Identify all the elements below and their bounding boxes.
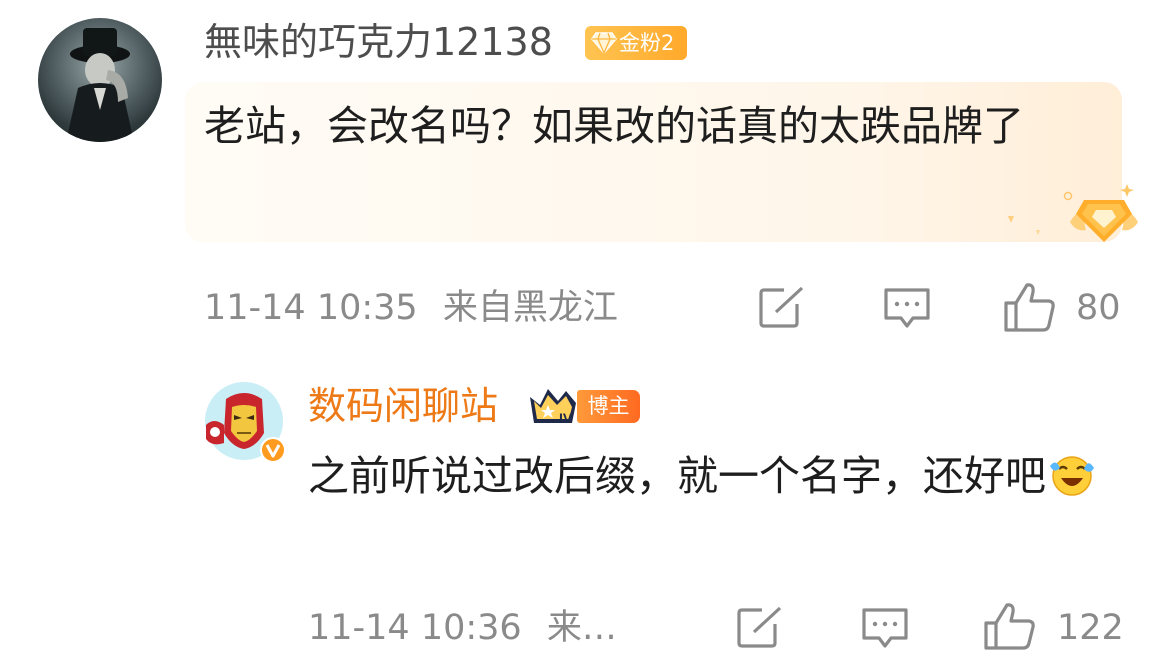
gold-fan-decoration-icon [1000, 178, 1142, 252]
comment-meta: 11-14 10:35 来自黑龙江 [204, 283, 618, 333]
reply-meta: 11-14 10:36 来… [308, 603, 617, 653]
comment-icon[interactable] [861, 606, 909, 654]
blogger-username[interactable]: 数码闲聊站 [308, 380, 498, 432]
verified-v-badge [260, 437, 286, 467]
blogger-avatar[interactable] [204, 381, 286, 463]
blogger-badge[interactable]: 博主 [577, 390, 640, 423]
share-icon[interactable] [736, 606, 784, 654]
comment-like-count: 80 [1076, 288, 1121, 328]
commenter-avatar[interactable] [38, 18, 162, 142]
reply-timestamp: 11-14 10:36 [308, 608, 522, 648]
thumbs-up-icon[interactable] [983, 601, 1037, 654]
comment-icon[interactable] [883, 286, 931, 334]
crown-level-text: IV [559, 410, 573, 426]
commenter-username[interactable]: 無味的巧克力12138 [204, 18, 553, 66]
reply-text[interactable]: 之前听说过改后缀，就一个名字，还好吧 [308, 446, 1128, 515]
reply-text-content: 之前听说过改后缀，就一个名字，还好吧 [308, 452, 1046, 500]
comment-timestamp: 11-14 10:35 [204, 288, 418, 328]
gold-fan-badge[interactable]: 金粉2 [585, 26, 687, 60]
thumbs-up-icon[interactable] [1003, 281, 1057, 337]
reply-location: 来… [546, 608, 617, 648]
comment-location: 来自黑龙江 [442, 288, 618, 328]
comment-text[interactable]: 老站，会改名吗？如果改的话真的太跌品牌了 [204, 96, 1109, 156]
crown-level-icon: IV [526, 383, 582, 431]
reply-like-count: 122 [1057, 608, 1124, 648]
laugh-cry-emoji [1048, 454, 1096, 515]
share-icon[interactable] [758, 286, 806, 334]
gold-fan-badge-label: 金粉2 [619, 31, 675, 55]
gem-icon [591, 31, 617, 65]
